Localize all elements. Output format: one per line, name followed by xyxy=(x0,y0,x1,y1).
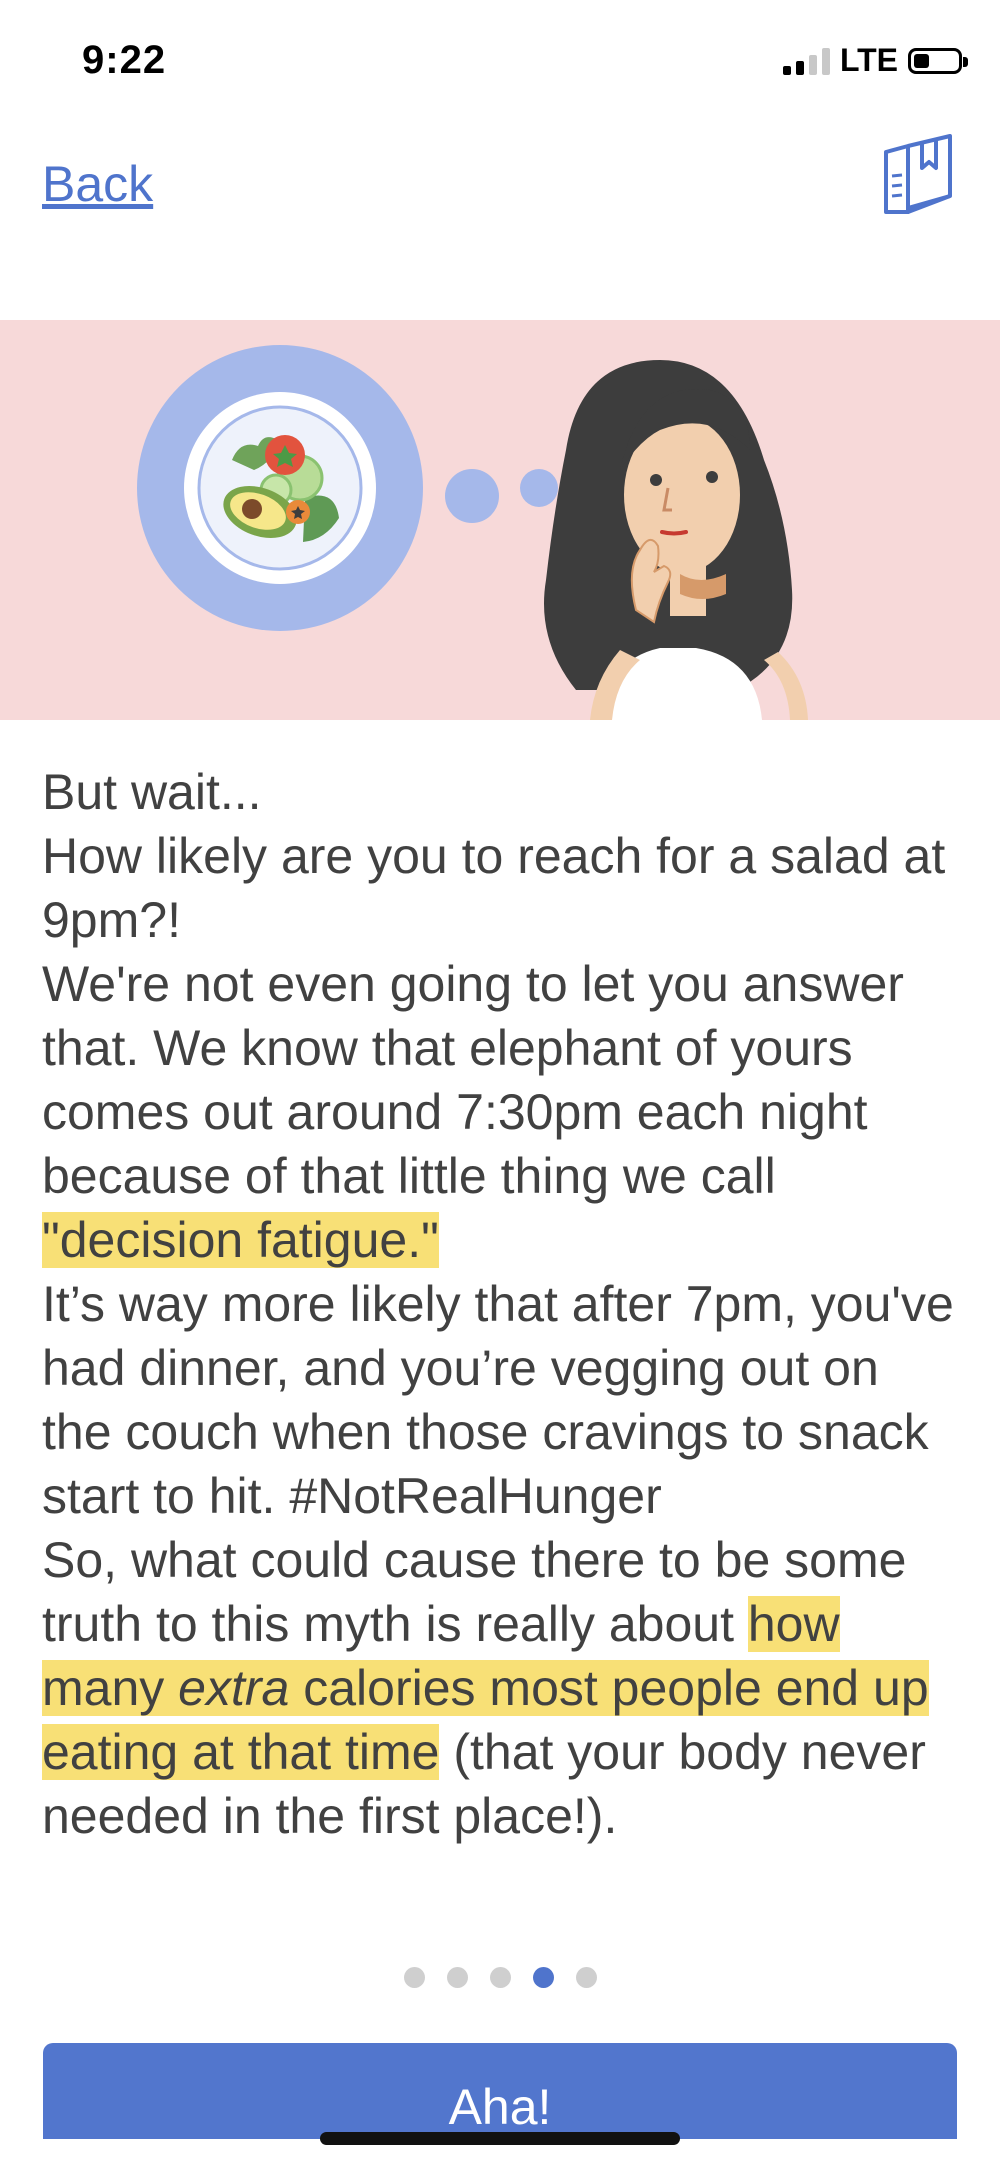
home-indicator xyxy=(320,2132,680,2145)
page-dot-3 xyxy=(489,1967,511,1988)
page-dot-1 xyxy=(403,1967,425,1988)
paragraph-extra-calories: So, what could cause there to be some tr… xyxy=(42,1528,962,1848)
page-dot-5 xyxy=(575,1967,597,1988)
battery-icon xyxy=(908,47,968,74)
signal-icon xyxy=(782,47,830,75)
intro-line: But wait... xyxy=(42,764,262,820)
woman-thinking-salad-illustration xyxy=(137,345,808,720)
network-label: LTE xyxy=(839,42,898,78)
status-bar: 9:22 LTE xyxy=(0,0,1000,110)
highlighted-term: "decision fatigue." xyxy=(42,1212,439,1268)
paragraph-decision-fatigue: We're not even going to let you answer t… xyxy=(42,952,962,1272)
paragraph-cravings: It’s way more likely that after 7pm, you… xyxy=(42,1276,954,1524)
question-line: How likely are you to reach for a salad … xyxy=(42,828,946,948)
emphasis-text: extra xyxy=(178,1660,290,1716)
page-indicator xyxy=(0,1967,1000,1988)
hero-illustration xyxy=(0,320,1000,720)
woman-figure xyxy=(544,360,808,720)
page-dot-2 xyxy=(446,1967,468,1988)
article-body: But wait... How likely are you to reach … xyxy=(42,760,962,1848)
bookmark-button[interactable] xyxy=(882,132,956,216)
paragraph-text: We're not even going to let you answer t… xyxy=(42,956,904,1204)
battery-level xyxy=(914,53,929,68)
bookmark-book-icon xyxy=(884,134,952,214)
aha-button[interactable]: Aha! xyxy=(43,2043,957,2139)
status-time: 9:22 xyxy=(82,38,167,82)
back-link[interactable]: Back xyxy=(42,155,153,213)
status-indicators: LTE xyxy=(782,42,968,79)
page-dot-4 xyxy=(532,1967,554,1988)
